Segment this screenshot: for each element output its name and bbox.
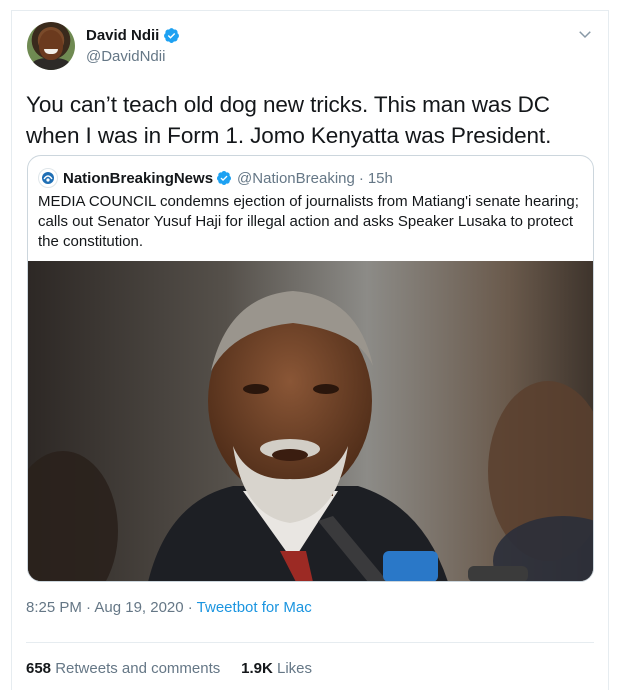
retweets-count[interactable]: 658 bbox=[26, 660, 51, 677]
tweet-stats: 658 Retweets and comments 1.9K Likes bbox=[26, 660, 312, 677]
author-name-row[interactable]: David Ndii bbox=[86, 27, 180, 44]
quoted-author-avatar bbox=[38, 168, 58, 188]
chevron-down-icon[interactable] bbox=[576, 25, 594, 43]
author-avatar[interactable] bbox=[27, 22, 75, 70]
author-display-name[interactable]: David Ndii bbox=[86, 27, 159, 44]
quoted-tweet-photo[interactable] bbox=[28, 261, 593, 581]
tweet-text: You can’t teach old dog new tricks. This… bbox=[26, 92, 552, 148]
divider bbox=[26, 642, 594, 643]
tweet-card: David Ndii @DavidNdii You can’t teach ol… bbox=[11, 10, 609, 690]
verified-badge-icon bbox=[164, 28, 180, 43]
quoted-time: 15h bbox=[367, 169, 393, 187]
retweets-stat[interactable]: 658 Retweets and comments bbox=[26, 660, 220, 677]
quoted-separator: · bbox=[358, 169, 364, 187]
source-link[interactable]: Tweetbot for Mac bbox=[197, 599, 312, 616]
photo-illustration bbox=[28, 261, 593, 581]
quoted-tweet[interactable]: NationBreakingNews @NationBreaking · 15h… bbox=[27, 155, 594, 582]
quoted-verified-badge-icon bbox=[217, 171, 232, 185]
quoted-tweet-text: MEDIA COUNCIL condemns ejection of journ… bbox=[38, 193, 579, 250]
quoted-handle: @NationBreaking bbox=[237, 169, 355, 187]
retweets-label[interactable]: Retweets and comments bbox=[55, 660, 220, 677]
likes-label[interactable]: Likes bbox=[277, 660, 312, 677]
quoted-tweet-header: NationBreakingNews @NationBreaking · 15h bbox=[38, 168, 393, 188]
author-handle[interactable]: @DavidNdii bbox=[86, 48, 165, 65]
timestamp-text[interactable]: 8:25 PM · Aug 19, 2020 · bbox=[26, 599, 197, 616]
likes-stat[interactable]: 1.9K Likes bbox=[241, 660, 312, 677]
quoted-display-name: NationBreakingNews bbox=[63, 169, 214, 187]
likes-count[interactable]: 1.9K bbox=[241, 660, 273, 677]
nation-logo-icon bbox=[42, 172, 54, 184]
tweet-timestamp[interactable]: 8:25 PM · Aug 19, 2020 · Tweetbot for Ma… bbox=[26, 599, 312, 616]
